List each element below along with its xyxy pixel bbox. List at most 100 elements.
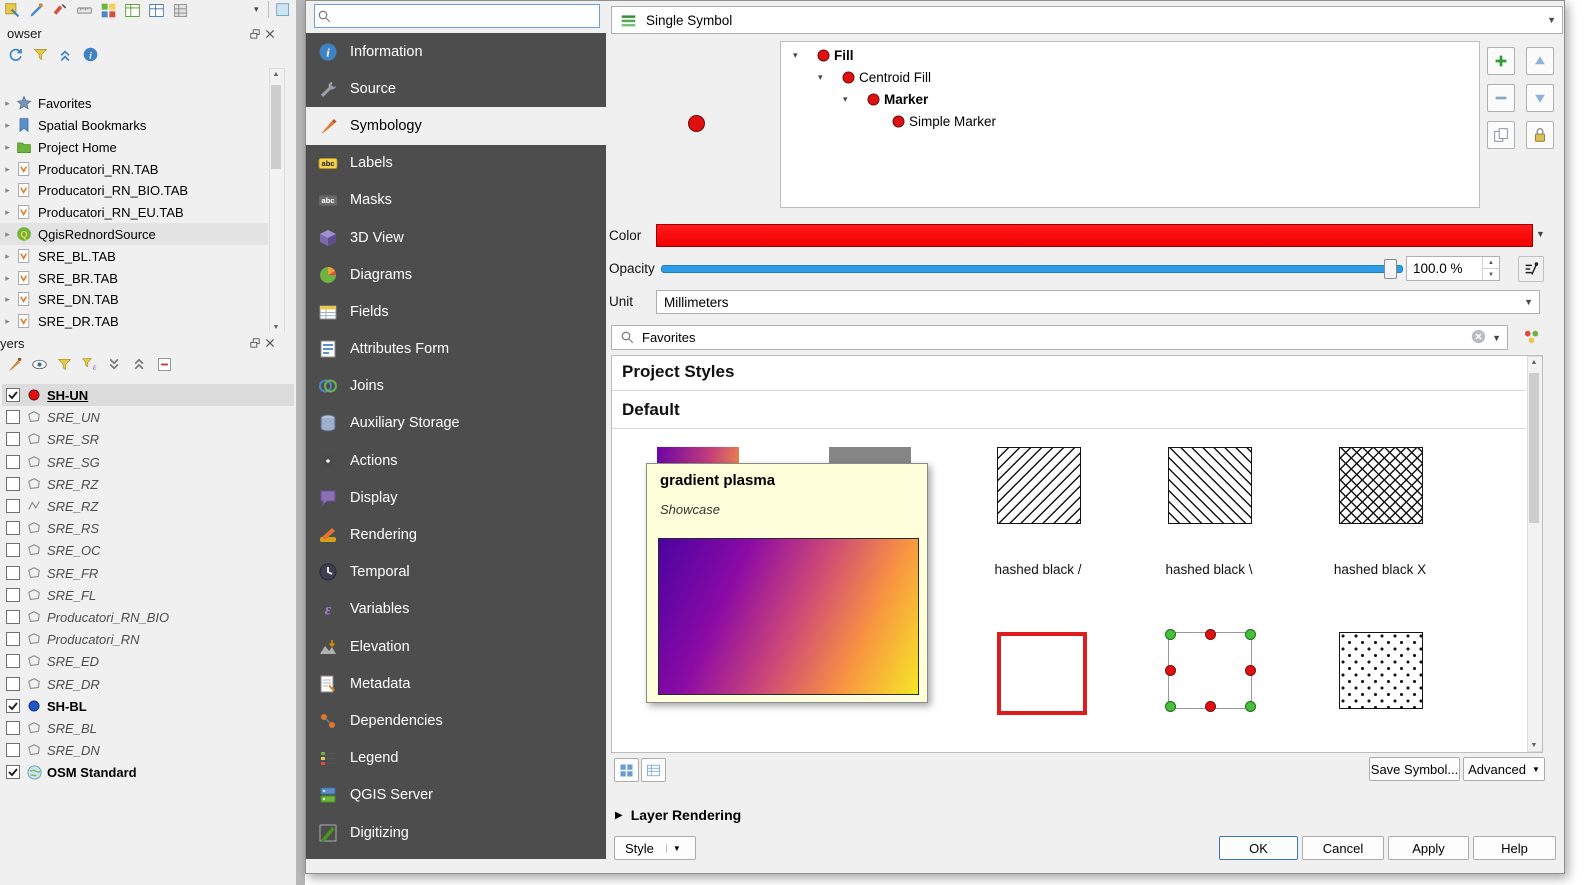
- symbol-tree-row[interactable]: ▾Marker: [781, 88, 1475, 110]
- style-menu-button[interactable]: Style▼: [614, 836, 696, 860]
- style-search-value[interactable]: Favorites: [642, 330, 695, 345]
- checkbox-icon[interactable]: [6, 521, 20, 535]
- style-manager-button[interactable]: [1519, 324, 1543, 348]
- scroll-up-icon[interactable]: ▲: [1528, 359, 1540, 366]
- browser-item[interactable]: ▸Producatori_RN.TAB: [0, 158, 268, 180]
- layer-item[interactable]: SRE_SG: [2, 451, 294, 473]
- browser-item[interactable]: ▸Producatori_RN_EU.TAB: [0, 201, 268, 223]
- checkbox-icon[interactable]: [6, 588, 20, 602]
- expand-arrow-icon[interactable]: ▸: [0, 251, 15, 262]
- browser-scrollbar[interactable]: ▲ ▼: [269, 68, 285, 332]
- layer-item[interactable]: SRE_RZ: [2, 495, 294, 517]
- properties-search-input[interactable]: [333, 6, 599, 26]
- symbol-tree-row[interactable]: Simple Marker: [781, 110, 1475, 132]
- layer-styling-icon[interactable]: [5, 355, 24, 374]
- opacity-slider-handle[interactable]: [1384, 259, 1397, 279]
- expand-all-icon[interactable]: [105, 355, 124, 374]
- checkbox-checked-icon[interactable]: [6, 699, 20, 713]
- swatch-hashed-black-backslash[interactable]: [1168, 447, 1252, 524]
- sidebar-item-display[interactable]: Display: [306, 479, 606, 516]
- layer-item[interactable]: SRE_OC: [2, 539, 294, 561]
- float-panel-icon[interactable]: [249, 28, 262, 41]
- icon-view-button[interactable]: [614, 758, 639, 782]
- layer-item[interactable]: SRE_BL: [2, 717, 294, 739]
- layer-item[interactable]: SRE_ED: [2, 650, 294, 672]
- expand-arrow-icon[interactable]: ▸: [0, 98, 15, 109]
- checkbox-icon[interactable]: [6, 743, 20, 757]
- expand-arrow-icon[interactable]: ▸: [0, 142, 15, 153]
- collapse-all-icon[interactable]: [56, 45, 75, 64]
- checkbox-icon[interactable]: [6, 410, 20, 424]
- spin-up-icon[interactable]: ▲: [1483, 257, 1499, 268]
- browser-item-selected[interactable]: ▸QQgisRednordSource: [0, 223, 268, 245]
- opacity-spinbox[interactable]: 100.0 % ▲▼: [1406, 256, 1500, 281]
- tool-icon[interactable]: [75, 1, 94, 19]
- layer-item[interactable]: SRE_RZ: [2, 473, 294, 495]
- add-symbol-layer-button[interactable]: [1487, 47, 1515, 75]
- layer-item[interactable]: SRE_SR: [2, 428, 294, 450]
- sidebar-item-digitizing[interactable]: Digitizing: [306, 814, 606, 851]
- expand-arrow-icon[interactable]: ▸: [0, 207, 15, 218]
- browser-item[interactable]: ▸Producatori_RN_BIO.TAB: [0, 179, 268, 201]
- layer-item[interactable]: SRE_RS: [2, 517, 294, 539]
- expand-arrow-icon[interactable]: ▸: [0, 273, 15, 284]
- expand-arrow-icon[interactable]: ▸: [0, 294, 15, 305]
- list-view-button[interactable]: [641, 758, 666, 782]
- sidebar-item-actions[interactable]: Actions: [306, 442, 606, 479]
- opacity-slider[interactable]: [661, 265, 1403, 273]
- advanced-button[interactable]: Advanced▼: [1463, 757, 1545, 781]
- checkbox-icon[interactable]: [6, 543, 20, 557]
- chevron-down-icon[interactable]: ▼: [1492, 333, 1501, 343]
- checkbox-icon[interactable]: [6, 610, 20, 624]
- checkbox-icon[interactable]: [6, 677, 20, 691]
- checkbox-icon[interactable]: [6, 721, 20, 735]
- tool-icon[interactable]: [99, 1, 118, 19]
- sidebar-item-metadata[interactable]: Metadata: [306, 665, 606, 702]
- layer-item[interactable]: Producatori_RN_BIO: [2, 606, 294, 628]
- browser-item[interactable]: ▸SRE_BL.TAB: [0, 245, 268, 267]
- remove-symbol-layer-button[interactable]: [1487, 84, 1515, 112]
- collapse-all-icon[interactable]: [130, 355, 149, 374]
- layer-item[interactable]: SRE_DN: [2, 739, 294, 761]
- sidebar-item-qgis-server[interactable]: QGIS Server: [306, 777, 606, 814]
- browser-item[interactable]: ▸Spatial Bookmarks: [0, 114, 268, 136]
- sidebar-item-3d-view[interactable]: 3D View: [306, 219, 606, 256]
- tool-icon[interactable]: [274, 1, 293, 19]
- expand-arrow-icon[interactable]: ▸: [0, 316, 15, 327]
- tool-icon[interactable]: [27, 1, 46, 19]
- checkbox-icon[interactable]: [6, 499, 20, 513]
- checkbox-icon[interactable]: [6, 632, 20, 646]
- lock-color-button[interactable]: [1526, 121, 1554, 149]
- tool-icon[interactable]: [51, 1, 70, 19]
- save-symbol-button[interactable]: Save Symbol...: [1369, 757, 1460, 781]
- filter-browser-icon[interactable]: [31, 45, 50, 64]
- refresh-icon[interactable]: [6, 45, 25, 64]
- layer-item[interactable]: SRE_DR: [2, 673, 294, 695]
- scroll-down-icon[interactable]: ▼: [1528, 742, 1540, 749]
- checkbox-checked-icon[interactable]: [6, 765, 20, 779]
- chevron-down-icon[interactable]: ▼: [1536, 229, 1545, 239]
- layer-rendering-toggle[interactable]: ▶ Layer Rendering: [615, 807, 741, 823]
- sidebar-item-labels[interactable]: abcLabels: [306, 145, 606, 182]
- sidebar-item-source[interactable]: Source: [306, 70, 606, 107]
- spinbox-arrows[interactable]: ▲▼: [1482, 257, 1499, 280]
- cancel-button[interactable]: Cancel: [1302, 836, 1384, 860]
- chevron-down-icon[interactable]: ▾: [843, 94, 857, 105]
- sidebar-item-attributes-form[interactable]: Attributes Form: [306, 331, 606, 368]
- expand-arrow-icon[interactable]: ▸: [0, 229, 15, 240]
- properties-widget-icon[interactable]: i: [81, 45, 100, 64]
- sidebar-item-fields[interactable]: Fields: [306, 293, 606, 330]
- layer-item[interactable]: SRE_UN: [2, 406, 294, 428]
- expression-filter-icon[interactable]: ε: [80, 355, 99, 374]
- scrollbar-thumb[interactable]: [271, 85, 281, 169]
- filter-legend-icon[interactable]: [55, 355, 74, 374]
- layer-item[interactable]: SH-BL: [2, 695, 294, 717]
- sidebar-item-rendering[interactable]: Rendering: [306, 516, 606, 553]
- sidebar-item-information[interactable]: iInformation: [306, 33, 606, 70]
- sidebar-item-auxiliary-storage[interactable]: Auxiliary Storage: [306, 405, 606, 442]
- tool-icon[interactable]: [123, 1, 142, 19]
- checkbox-icon[interactable]: [6, 432, 20, 446]
- browser-item[interactable]: ▸Project Home: [0, 136, 268, 158]
- color-button[interactable]: [656, 224, 1533, 247]
- symbol-tree-row[interactable]: ▾Fill: [781, 44, 1475, 66]
